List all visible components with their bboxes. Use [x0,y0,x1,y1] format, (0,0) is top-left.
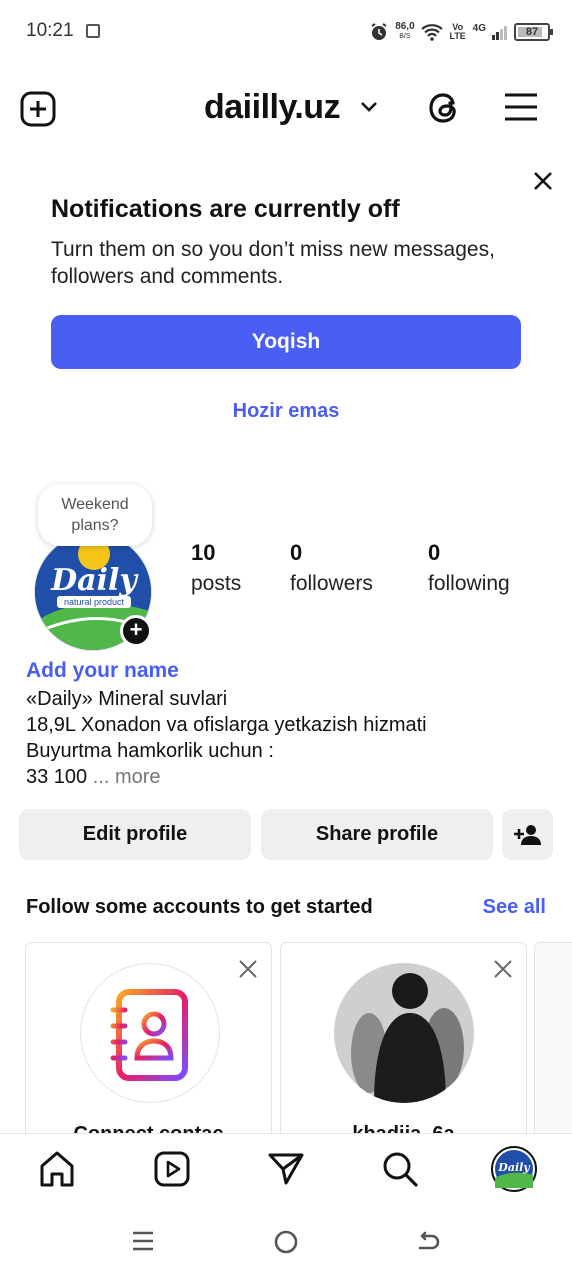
menu-icon[interactable] [503,92,539,122]
home-system-icon[interactable] [274,1230,298,1254]
close-icon[interactable] [238,959,258,979]
home-icon[interactable] [38,1150,76,1188]
new-post-icon[interactable] [20,91,56,127]
recent-apps-icon[interactable] [132,1230,154,1252]
bottom-nav: Daily [0,1133,572,1205]
svg-text:natural product: natural product [64,597,125,607]
system-nav-bar [0,1205,572,1280]
bio-line: Buyurtma hamkorlik uchun : [26,740,274,762]
add-name-link[interactable]: Add your name [26,659,179,683]
suggestion-card[interactable] [534,942,572,1142]
bio-line: 33 100 ... more [26,766,161,788]
status-bar: 10:21 86,0 B/S Vo LTE 4G 87 [0,0,572,64]
bio-line: «Daily» Mineral suvlari [26,688,228,710]
contacts-book-icon [110,989,188,1081]
profile-header: daiilly.uz [0,80,572,138]
suggested-user-avatar[interactable] [334,963,474,1103]
contacts-circle [80,963,220,1103]
bio-more-link[interactable]: ... more [93,766,161,788]
close-icon[interactable] [532,170,554,192]
status-icons: 86,0 B/S Vo LTE 4G 87 [369,18,553,46]
signal-icon [492,26,507,40]
status-time: 10:21 [26,20,74,41]
chevron-down-icon[interactable] [360,100,378,114]
svg-text:Daily: Daily [497,1161,531,1174]
suggestion-card[interactable]: Connect contac [25,942,272,1142]
note-bubble[interactable]: Weekend plans? [38,484,152,546]
bio-line: 18,9L Xonadon va ofislarga yetkazish hiz… [26,714,427,736]
followers-label: followers [290,572,373,595]
account-switcher[interactable]: daiilly.uz [204,88,341,127]
bio: «Daily» Mineral suvlari 18,9L Xonadon va… [26,686,427,790]
notification-body: Turn them on so you don’t miss new messa… [51,238,495,288]
person-photo [334,963,474,1103]
svg-text:Daily: Daily [50,563,139,598]
posts-label: posts [191,572,242,595]
send-icon[interactable] [267,1150,305,1188]
notification-app-icon [86,24,100,38]
network-type: 4G [472,22,486,34]
profile-thumb-icon: Daily [495,1150,533,1188]
close-icon[interactable] [493,959,513,979]
wifi-icon [420,24,443,41]
add-story-button[interactable]: + [120,615,152,647]
suggestion-card[interactable]: khadija_6a [280,942,527,1142]
suggestions-title: Follow some accounts to get started [26,896,373,918]
volte-label: Vo LTE [449,22,466,41]
profile-tab[interactable]: Daily [491,1146,537,1192]
not-now-button[interactable]: Hozir emas [51,400,521,423]
following-label: following [428,572,510,595]
notification-title: Notifications are currently off [51,195,400,223]
turn-on-notifications-button[interactable]: Yoqish [51,315,521,369]
see-all-link[interactable]: See all [483,896,546,919]
reels-icon[interactable] [153,1150,191,1188]
discover-people-button[interactable] [502,809,553,860]
share-profile-button[interactable]: Share profile [261,809,493,860]
following-stat[interactable]: 0 following [428,540,510,596]
threads-icon[interactable] [427,89,463,127]
posts-count: 10 [191,540,216,565]
battery-indicator: 87 [514,23,553,41]
followers-count: 0 [290,540,303,565]
following-count: 0 [428,540,441,565]
posts-stat[interactable]: 10 posts [191,540,241,596]
edit-profile-button[interactable]: Edit profile [19,809,251,860]
followers-stat[interactable]: 0 followers [290,540,373,596]
profile-avatar[interactable]: Daily natural product + [34,533,154,653]
search-icon[interactable] [381,1150,419,1188]
add-person-icon [513,824,541,845]
back-icon[interactable] [416,1230,440,1254]
net-speed: 86,0 B/S [395,21,415,41]
alarm-icon [371,23,387,40]
